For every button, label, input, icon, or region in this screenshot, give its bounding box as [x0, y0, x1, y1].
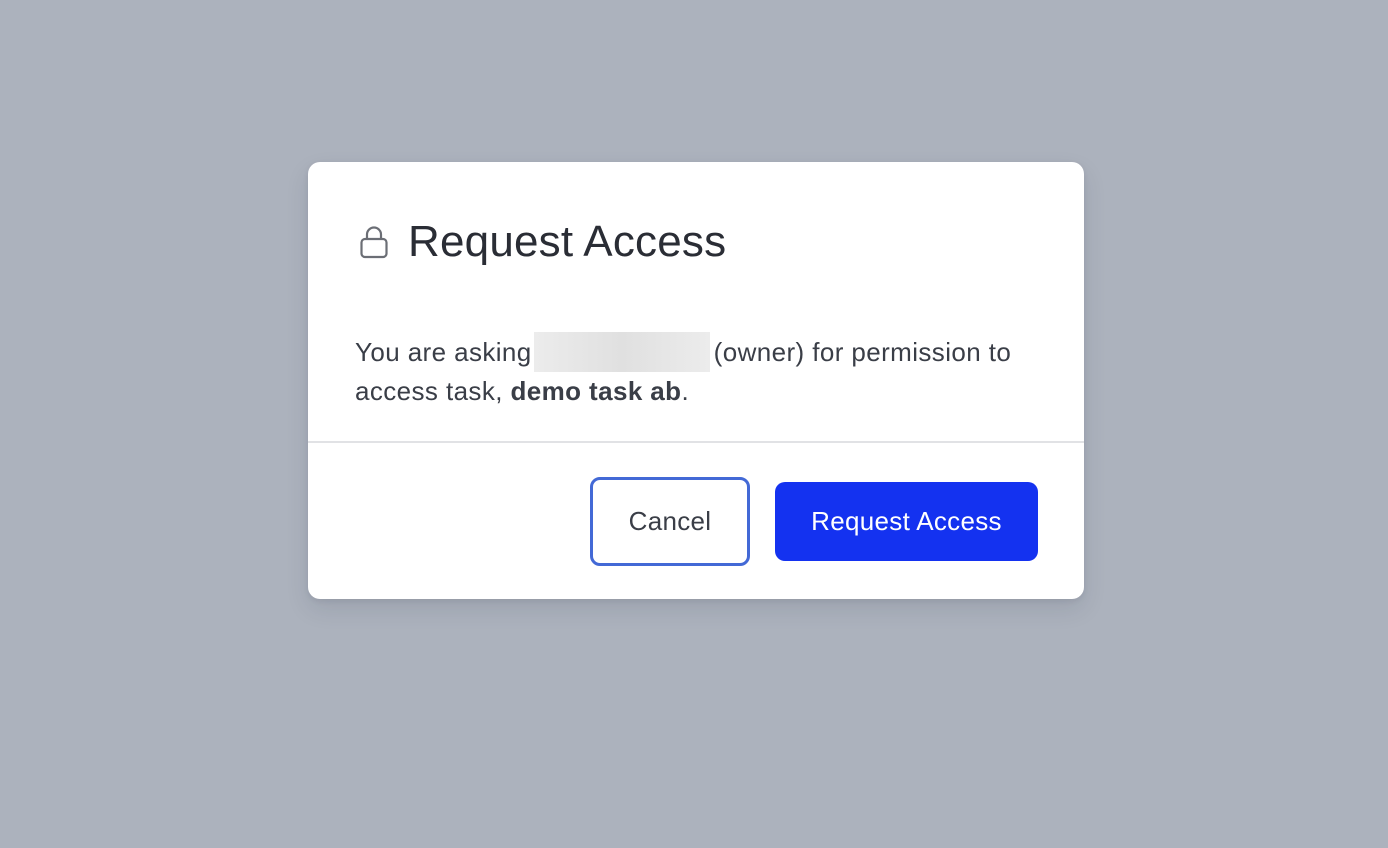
message-prefix: You are asking: [355, 337, 532, 367]
dialog-message: You are asking (owner) for permission to …: [355, 332, 1045, 411]
lock-icon-glyph: [360, 226, 388, 259]
request-access-dialog: Request Access You are asking (owner) for…: [308, 162, 1084, 599]
dialog-header: Request Access: [358, 214, 726, 270]
dialog-title: Request Access: [408, 217, 727, 266]
message-suffix: .: [681, 376, 690, 406]
task-name: demo task ab: [510, 376, 682, 406]
request-access-button[interactable]: Request Access: [775, 482, 1038, 561]
cancel-button[interactable]: Cancel: [590, 477, 750, 566]
redacted-owner-name: [533, 332, 710, 372]
dialog-footer: Cancel Request Access: [308, 443, 1084, 599]
lock-icon: [358, 224, 390, 260]
